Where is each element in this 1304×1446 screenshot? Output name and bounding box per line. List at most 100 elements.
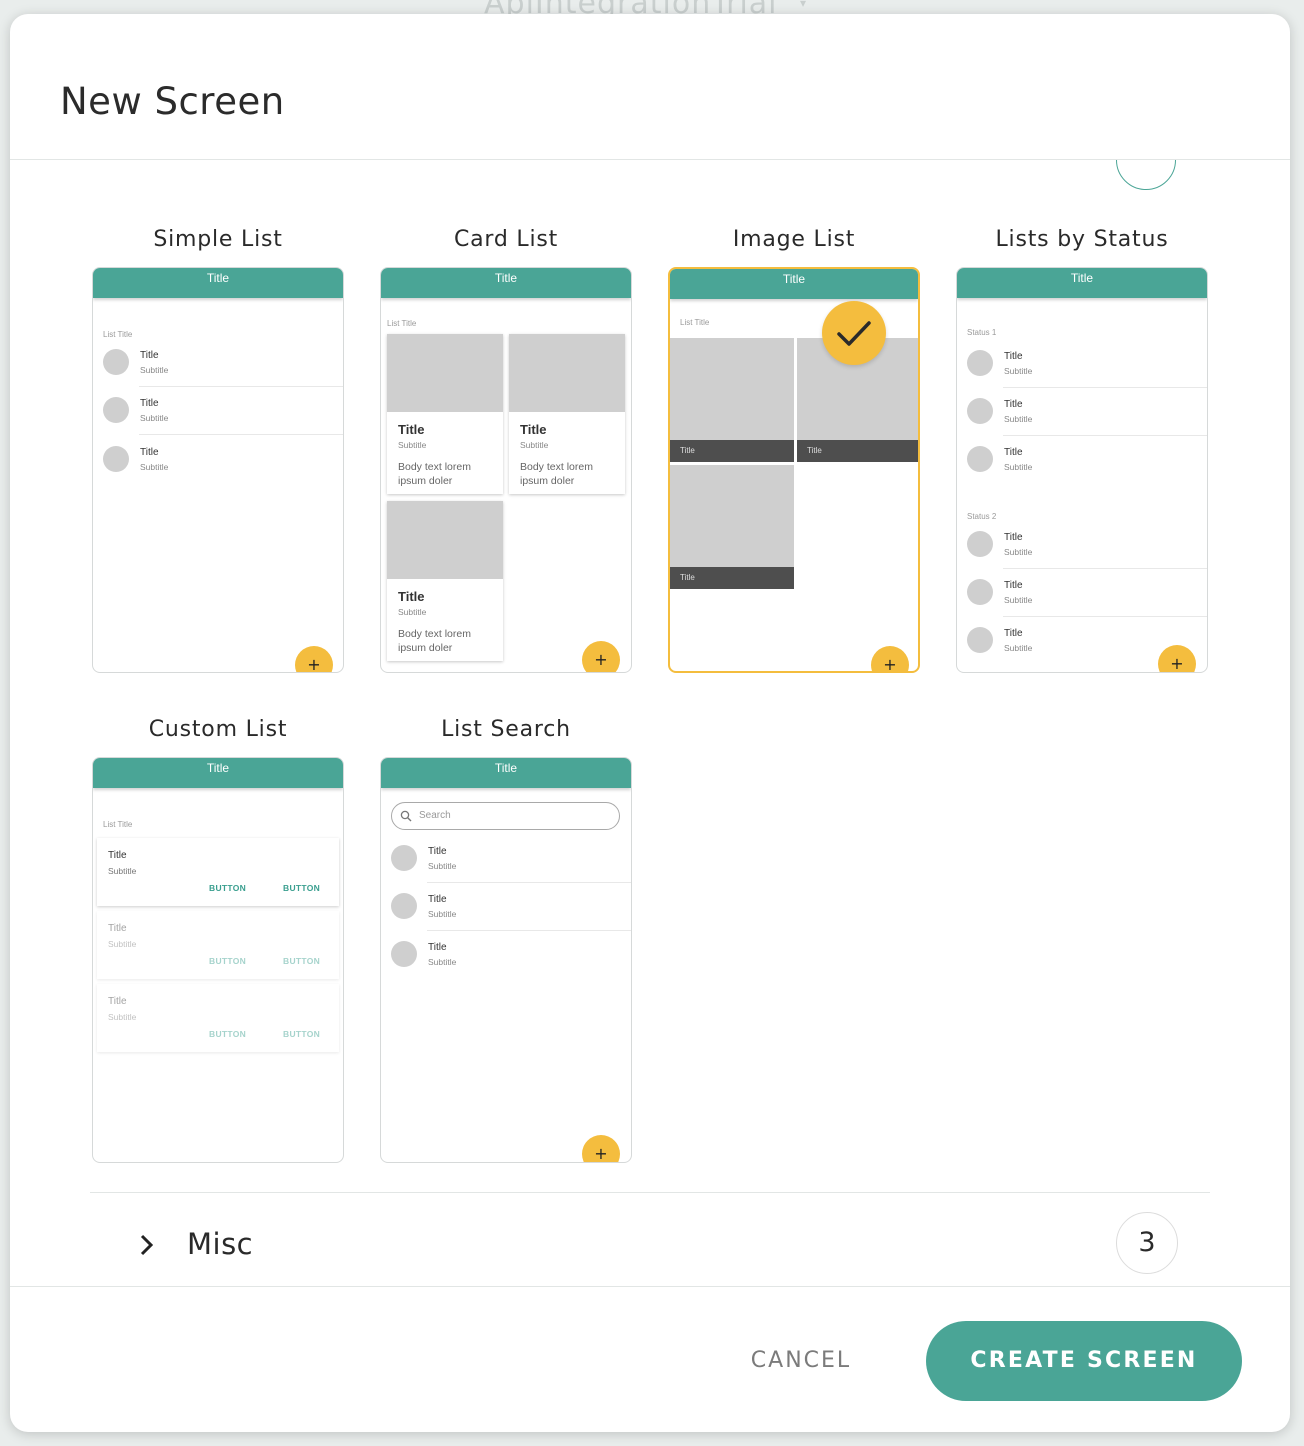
preview-row-subtitle: Subtitle [140,413,169,423]
preview-app-bar: Title [957,268,1207,298]
preview-row-subtitle: Subtitle [1004,547,1033,557]
preview-row-subtitle: Subtitle [1004,366,1033,376]
search-icon [400,810,412,822]
preview-image-caption: Title [670,567,794,589]
preview-list-title: List Title [387,319,417,328]
preview-card-subtitle: Subtitle [108,866,137,876]
preview-card-subtitle: Subtitle [108,1012,137,1022]
preview-avatar [967,579,993,605]
chevron-right-icon[interactable] [134,1233,158,1257]
preview-card-title: Title [108,850,127,861]
preview-divider [427,882,631,883]
preview-fab: + [582,1135,620,1162]
preview-card: Title Subtitle Body text lorem ipsum dol… [387,501,503,661]
preview-fab: + [582,641,620,672]
preview-card-subtitle: Subtitle [520,440,549,450]
template-label-lists-by-status: Lists by Status [995,227,1169,252]
dialog-title: New Screen [60,80,285,123]
preview-card-image [387,501,503,579]
template-label-image-list: Image List [732,227,856,252]
background-caret-icon: ▾ [800,0,807,10]
template-card-lists-by-status[interactable]: Title Status 1 Title Subtitle Title Subt… [956,267,1208,673]
preview-avatar [967,627,993,653]
preview-divider [1003,387,1207,388]
create-screen-button[interactable]: CREATE SCREEN [926,1321,1242,1401]
preview-row-title: Title [1004,628,1023,639]
template-label-list-search: List Search [441,717,571,742]
preview-divider [139,434,343,435]
template-card-custom-list[interactable]: Title List Title Title Subtitle BUTTON B… [92,757,344,1163]
preview-avatar [967,350,993,376]
preview-avatar [103,397,129,423]
preview-search-placeholder: Search [419,810,451,821]
preview-card-button: BUTTON [283,1029,321,1039]
preview-image-tile: Title [670,338,794,462]
preview-app-bar: Title [670,269,918,299]
preview-status-label: Status 2 [967,512,997,521]
preview-divider [1003,616,1207,617]
template-label-simple-list: Simple List [153,227,283,252]
preview-status-label: Status 1 [967,328,997,337]
preview-list-title: List Title [103,820,133,829]
template-card-card-list[interactable]: Title List Title Title Subtitle Body tex… [380,267,632,673]
dialog-footer: CANCEL CREATE SCREEN [10,1286,1290,1432]
preview-image-tile: Title [670,465,794,589]
preview-search-field: Search [391,802,620,830]
preview-divider [427,930,631,931]
preview-card-title: Title [398,589,425,604]
template-gallery: Simple List Title List Title Title Subti… [10,161,1290,1286]
preview-card-button: BUTTON [209,956,247,966]
preview-card-image [509,334,625,412]
preview-row-subtitle: Subtitle [140,365,169,375]
preview-row-subtitle: Subtitle [140,462,169,472]
template-card-image-list[interactable]: Title List Title Title Title Title + [668,267,920,673]
preview-card-button: BUTTON [209,1029,247,1039]
misc-section-header[interactable]: Misc 3 [10,1193,1290,1293]
preview-row-title: Title [1004,580,1023,591]
preview-row-subtitle: Subtitle [428,957,457,967]
preview-card-title: Title [108,923,127,934]
preview-row-subtitle: Subtitle [1004,462,1033,472]
preview-row-subtitle: Subtitle [1004,643,1033,653]
preview-fab: + [295,646,333,672]
preview-custom-card: Title Subtitle BUTTON BUTTON [97,838,339,906]
preview-custom-card: Title Subtitle BUTTON BUTTON [97,984,339,1052]
template-card-list-search[interactable]: Title Search Title Subtitle Title Subtit… [380,757,632,1163]
preview-app-bar: Title [381,268,631,298]
preview-card-image [387,334,503,412]
preview-row-subtitle: Subtitle [1004,595,1033,605]
preview-fab: + [1158,645,1196,672]
preview-card-title: Title [398,422,425,437]
preview-row-title: Title [1004,399,1023,410]
preview-row-subtitle: Subtitle [1004,414,1033,424]
template-label-custom-list: Custom List [148,717,288,742]
preview-image-caption: Title [670,440,794,462]
preview-row-title: Title [428,942,447,953]
preview-list-title: List Title [103,330,133,339]
preview-card: Title Subtitle Body text lorem ipsum dol… [509,334,625,494]
preview-card-button: BUTTON [283,956,321,966]
preview-card-button: BUTTON [209,883,247,893]
preview-row-title: Title [1004,351,1023,362]
dialog-header: New Screen [10,14,1290,190]
template-card-simple-list[interactable]: Title List Title Title Subtitle Title Su… [92,267,344,673]
preview-card-button: BUTTON [283,883,321,893]
preview-row-title: Title [140,350,159,361]
preview-divider [1003,568,1207,569]
preview-card-title: Title [520,422,547,437]
new-screen-dialog: New Screen Simple List Title List Title … [10,14,1290,1432]
preview-app-bar: Title [93,758,343,788]
preview-row-title: Title [140,447,159,458]
preview-avatar [391,845,417,871]
preview-avatar [103,349,129,375]
preview-avatar [967,398,993,424]
preview-card-title: Title [108,996,127,1007]
preview-card-subtitle: Subtitle [108,939,137,949]
preview-list-title: List Title [680,318,710,327]
preview-row-title: Title [428,894,447,905]
preview-card-body: Body text lorem ipsum doler [398,628,471,654]
preview-fab: + [871,646,909,671]
misc-count-badge: 3 [1116,1212,1178,1274]
cancel-button[interactable]: CANCEL [736,1343,866,1379]
selected-check-icon [822,301,886,365]
